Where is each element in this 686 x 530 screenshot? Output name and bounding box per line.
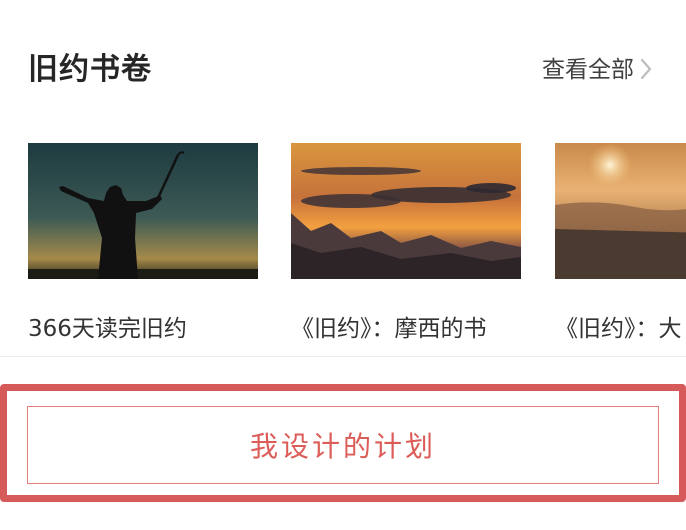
plan-card-third[interactable]: 《旧约》：大 xyxy=(555,143,686,342)
card-thumbnail-image xyxy=(291,143,521,279)
view-all-link[interactable]: 查看全部 xyxy=(542,50,652,86)
chevron-right-icon xyxy=(640,58,652,86)
view-all-label: 查看全部 xyxy=(542,57,634,83)
card-caption: 《旧约》：摩西的书 xyxy=(291,316,487,342)
card-caption: 《旧约》：大 xyxy=(555,316,682,342)
section-title: 旧约书卷 xyxy=(28,52,152,87)
card-caption: 366天读完旧约 xyxy=(28,316,187,342)
card-thumbnail-image xyxy=(555,143,686,279)
book-carousel[interactable]: 366天读完旧约 《旧约》：摩西的书 《旧约》：大 xyxy=(0,143,686,353)
section-divider xyxy=(0,356,686,357)
my-designed-plans-label: 我设计的计划 xyxy=(249,430,436,463)
plan-card-books-of-moses[interactable]: 《旧约》：摩西的书 xyxy=(291,143,521,342)
card-thumbnail-image xyxy=(28,143,258,279)
my-designed-plans-button[interactable]: 我设计的计划 xyxy=(27,406,659,484)
plan-card-366-days[interactable]: 366天读完旧约 xyxy=(28,143,258,342)
